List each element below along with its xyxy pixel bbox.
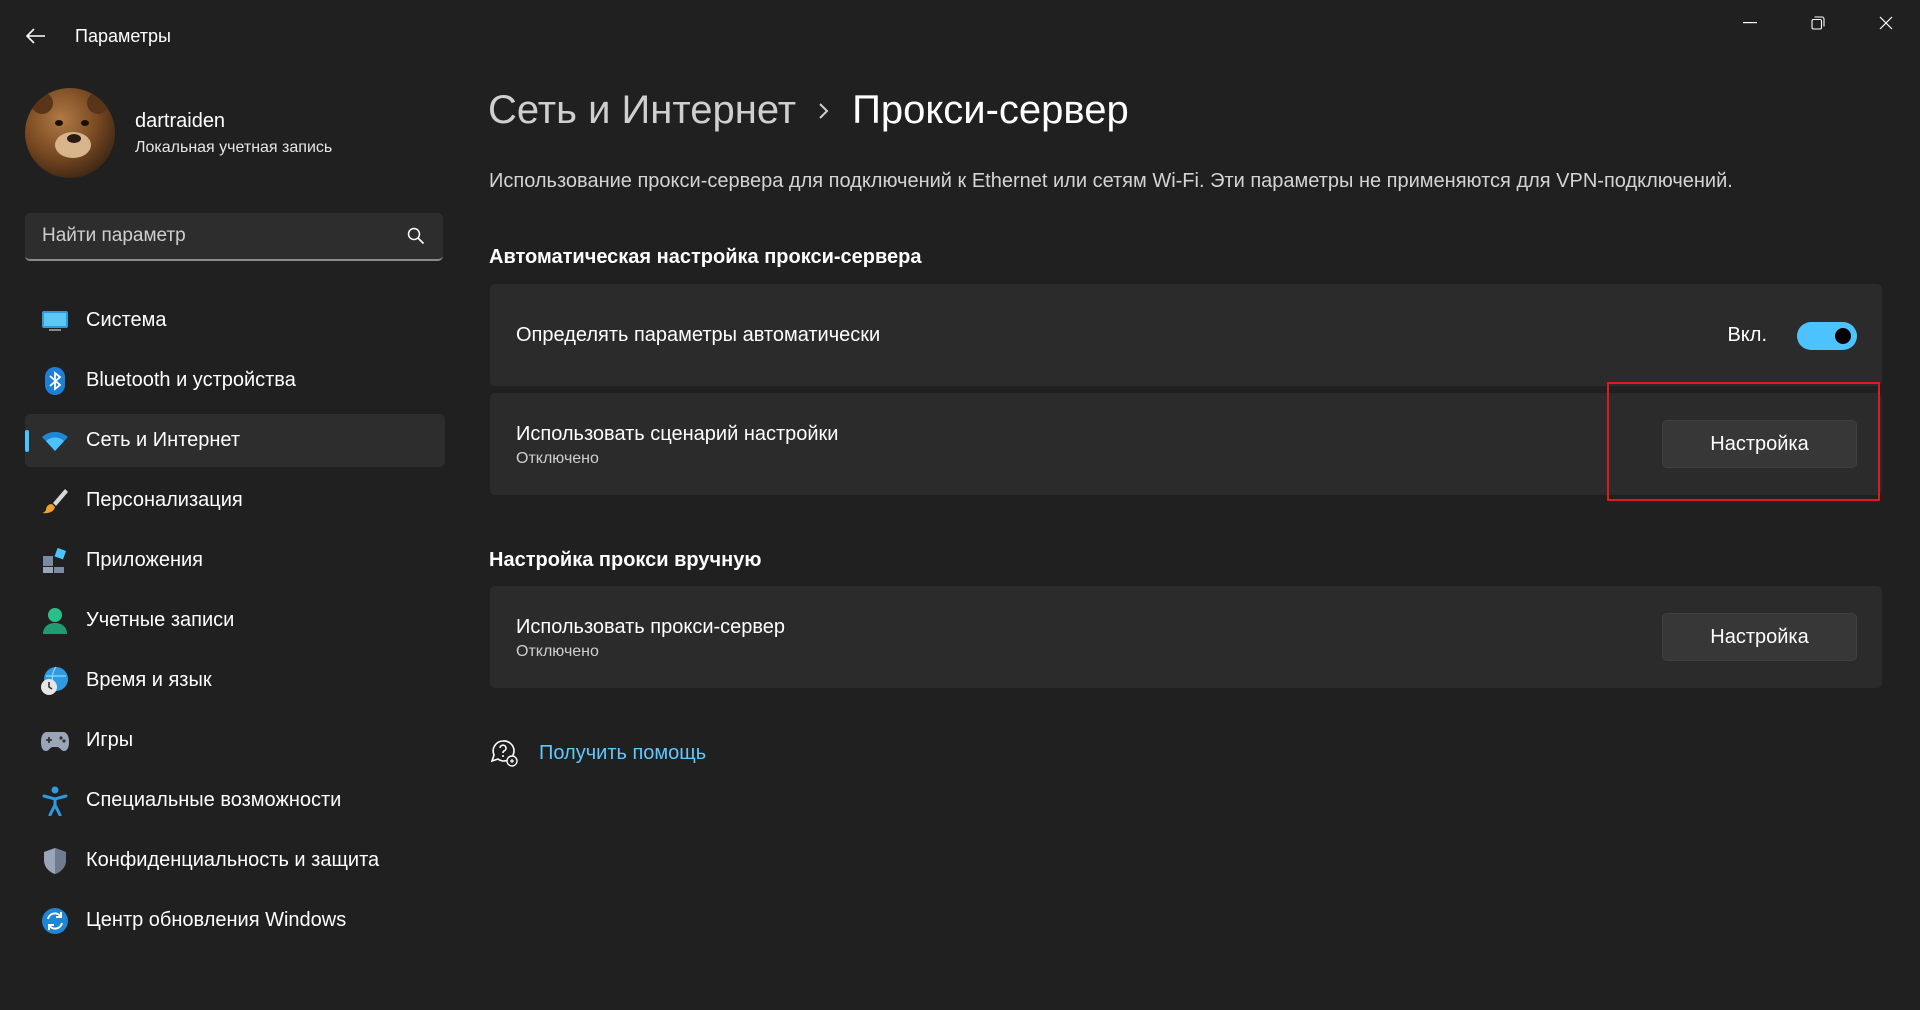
sidebar-item-label: Учетные записи (86, 609, 235, 631)
window-controls (1716, 0, 1920, 46)
sidebar-item-label: Приложения (86, 549, 204, 571)
sidebar-item-apps[interactable]: Приложения (25, 534, 445, 587)
bluetooth-icon (40, 366, 70, 396)
sidebar-item-accessibility[interactable]: Специальные возможности (25, 774, 445, 827)
setup-script-status: Отключено (516, 450, 599, 467)
sidebar-item-label: Система (86, 309, 167, 331)
highlight-annotation (1607, 382, 1880, 501)
back-button[interactable] (20, 18, 52, 54)
minimize-button[interactable] (1716, 0, 1784, 46)
toggle-state-label: Вкл. (1727, 324, 1767, 346)
globe-clock-icon (40, 666, 70, 696)
sidebar-item-label: Персонализация (86, 489, 243, 511)
avatar (25, 88, 115, 178)
title-bar: Параметры (0, 0, 1920, 72)
minimize-icon (1743, 22, 1757, 24)
arrow-left-icon (26, 28, 45, 44)
sidebar-item-personalization[interactable]: Персонализация (25, 474, 445, 527)
close-button[interactable] (1852, 0, 1920, 46)
gamepad-icon (40, 726, 70, 756)
sidebar-item-label: Время и язык (86, 669, 212, 691)
restore-icon (1811, 16, 1825, 30)
sidebar-item-accounts[interactable]: Учетные записи (25, 594, 445, 647)
get-help-link[interactable]: Получить помощь (489, 738, 706, 768)
sidebar-item-label: Центр обновления Windows (86, 909, 347, 931)
shield-icon (40, 846, 70, 876)
sidebar-item-network[interactable]: Сеть и Интернет (25, 414, 445, 467)
sidebar-item-label: Bluetooth и устройства (86, 369, 296, 391)
account-type: Локальная учетная запись (135, 138, 333, 156)
page-title: Прокси-сервер (852, 88, 1129, 132)
sidebar-item-windows-update[interactable]: Центр обновления Windows (25, 894, 445, 947)
manual-proxy-button[interactable]: Настройка (1662, 613, 1857, 661)
detect-settings-toggle[interactable] (1797, 322, 1857, 350)
user-profile[interactable]: dartraiden Локальная учетная запись (25, 88, 332, 178)
help-chat-icon (489, 738, 519, 768)
restore-button[interactable] (1784, 0, 1852, 46)
update-icon (40, 906, 70, 936)
user-name: dartraiden (135, 109, 226, 132)
breadcrumb: Сеть и Интернет Прокси-сервер (488, 88, 1129, 133)
sidebar-item-bluetooth[interactable]: Bluetooth и устройства (25, 354, 445, 407)
wifi-icon (40, 426, 70, 456)
brush-icon (40, 486, 70, 516)
sidebar-item-label: Специальные возможности (86, 789, 342, 811)
monitor-icon (40, 306, 70, 336)
manual-proxy-card: Использовать прокси-сервер Отключено Нас… (490, 586, 1882, 688)
sidebar-item-privacy[interactable]: Конфиденциальность и защита (25, 834, 445, 887)
section-title-manual: Настройка прокси вручную (489, 549, 762, 571)
sidebar-item-system[interactable]: Система (25, 294, 445, 347)
sidebar-item-label: Сеть и Интернет (86, 429, 241, 451)
get-help-label: Получить помощь (539, 741, 707, 764)
manual-proxy-status: Отключено (516, 643, 599, 660)
close-icon (1879, 16, 1893, 30)
setup-script-label: Использовать сценарий настройки (516, 423, 839, 445)
sidebar-item-label: Игры (86, 729, 134, 751)
search-box (25, 213, 443, 261)
accessibility-icon (40, 786, 70, 816)
search-icon[interactable] (407, 227, 425, 245)
search-input[interactable] (25, 224, 404, 248)
sidebar-item-label: Конфиденциальность и защита (86, 849, 380, 871)
app-title: Параметры (75, 26, 171, 46)
apps-icon (40, 546, 70, 576)
sidebar-item-time-language[interactable]: Время и язык (25, 654, 445, 707)
section-title-auto: Автоматическая настройка прокси-сервера (489, 246, 922, 268)
person-icon (40, 606, 70, 636)
breadcrumb-parent-link[interactable]: Сеть и Интернет (488, 88, 796, 133)
chevron-right-icon (818, 102, 830, 120)
toggle-knob (1835, 328, 1851, 344)
detect-settings-label: Определять параметры автоматически (516, 324, 881, 346)
detect-settings-card: Определять параметры автоматически Вкл. (490, 284, 1882, 386)
sidebar-nav: Система Bluetooth и устройства Сеть и Ин… (25, 294, 445, 954)
page-description: Использование прокси-сервера для подключ… (489, 170, 1733, 192)
manual-proxy-label: Использовать прокси-сервер (516, 616, 786, 638)
sidebar-item-gaming[interactable]: Игры (25, 714, 445, 767)
